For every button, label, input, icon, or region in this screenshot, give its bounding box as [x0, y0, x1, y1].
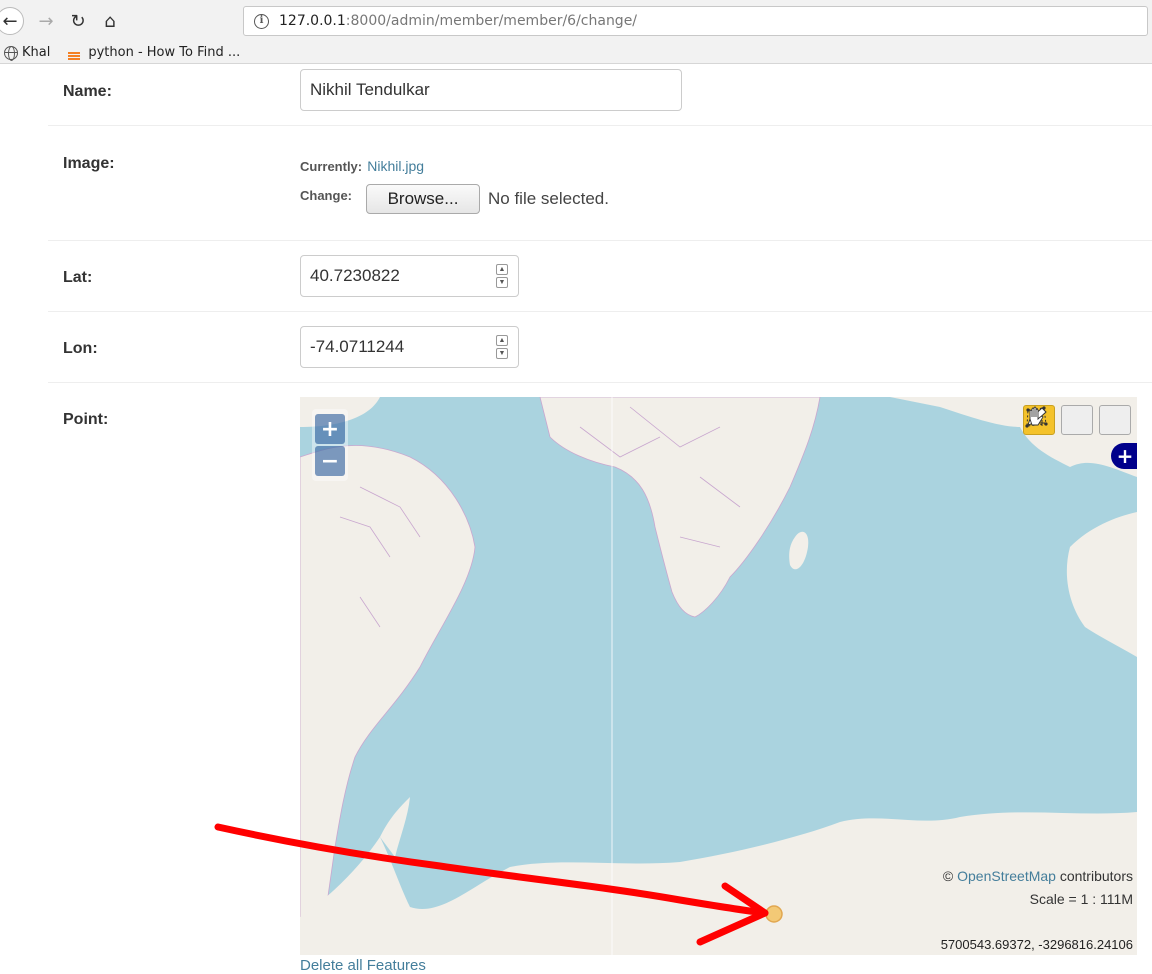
- africa-landmass: [539, 397, 821, 618]
- stackoverflow-icon: [68, 46, 82, 60]
- name-label: Name:: [63, 83, 112, 100]
- currently-label: Currently:: [300, 159, 363, 174]
- reload-icon[interactable]: ↻: [64, 7, 92, 35]
- map-attribution: © OpenStreetMap contributors: [943, 868, 1133, 884]
- url-path: :8000/admin/member/member/6/change/: [345, 13, 638, 29]
- openstreetmap-link[interactable]: OpenStreetMap: [957, 868, 1056, 884]
- map-scale: Scale = 1 : 111M: [1029, 891, 1133, 907]
- home-icon[interactable]: ⌂: [96, 7, 124, 35]
- bookmark-label: Khal: [22, 45, 51, 60]
- zoom-out-button[interactable]: −: [315, 446, 345, 476]
- lat-value: 40.7230822: [310, 266, 400, 285]
- bookmark-python[interactable]: python - How To Find ...: [68, 45, 240, 60]
- back-arrow-icon[interactable]: ←: [0, 7, 24, 35]
- lat-label: Lat:: [63, 269, 93, 286]
- form-row-lat: Lat: 40.7230822 ▲ ▼: [48, 241, 1152, 312]
- attribution-suffix: contributors: [1055, 868, 1133, 884]
- australia-landmass: [1066, 512, 1137, 657]
- edit-toolbar: [1023, 405, 1131, 435]
- map-widget[interactable]: + − + © OpenStreetMap contributors Scale…: [300, 397, 1137, 955]
- form-row-lon: Lon: -74.0711244 ▲ ▼: [48, 312, 1152, 383]
- info-icon[interactable]: i: [254, 13, 269, 29]
- lon-spinner[interactable]: ▲ ▼: [496, 335, 508, 359]
- bookmarks-bar: Khal python - How To Find ...: [0, 42, 1152, 64]
- zoom-controls: + −: [312, 409, 348, 481]
- bookmark-label: python - How To Find ...: [88, 45, 241, 60]
- lat-input[interactable]: 40.7230822 ▲ ▼: [300, 255, 519, 297]
- modify-feature-tool[interactable]: [1027, 405, 1093, 435]
- point-feature-marker[interactable]: [765, 905, 783, 923]
- form-row-image: Image: Currently: Nikhil.jpg Change: Bro…: [48, 126, 1152, 241]
- browse-button[interactable]: Browse...: [366, 184, 480, 214]
- hand-icon: [1029, 406, 1044, 426]
- forward-arrow-icon[interactable]: →: [32, 7, 60, 35]
- form-row-name: Name: Nikhil Tendulkar: [48, 64, 1152, 126]
- lon-label: Lon:: [63, 340, 98, 357]
- mouse-position: 5700543.69372, -3296816.24106: [940, 937, 1133, 952]
- url-bar[interactable]: i 127.0.0.1:8000/admin/member/member/6/c…: [243, 6, 1148, 36]
- bookmark-khal[interactable]: Khal: [4, 45, 51, 61]
- point-label: Point:: [63, 411, 109, 428]
- lat-spinner[interactable]: ▲ ▼: [496, 264, 508, 288]
- spin-down-icon[interactable]: ▼: [496, 277, 508, 288]
- copyright-symbol: ©: [942, 868, 954, 884]
- pan-tool[interactable]: [1029, 405, 1131, 435]
- url-host: 127.0.0.1: [279, 13, 346, 29]
- layer-switcher-button[interactable]: +: [1111, 443, 1137, 469]
- name-input[interactable]: Nikhil Tendulkar: [300, 69, 682, 111]
- globe-icon: [4, 45, 18, 61]
- image-label: Image:: [63, 155, 115, 172]
- spin-up-icon[interactable]: ▲: [496, 264, 508, 275]
- browser-toolbar: ← → ↻ ⌂ i 127.0.0.1:8000/admin/member/me…: [0, 0, 1152, 42]
- zoom-in-button[interactable]: +: [315, 414, 345, 444]
- current-image: Currently: Nikhil.jpg: [300, 156, 424, 175]
- madagascar-landmass: [789, 531, 809, 570]
- no-file-text: No file selected.: [488, 189, 609, 208]
- spin-up-icon[interactable]: ▲: [496, 335, 508, 346]
- lon-value: -74.0711244: [310, 337, 405, 356]
- current-file-link[interactable]: Nikhil.jpg: [367, 158, 424, 174]
- change-label: Change:: [300, 188, 352, 203]
- lon-input[interactable]: -74.0711244 ▲ ▼: [300, 326, 519, 368]
- spin-down-icon[interactable]: ▼: [496, 348, 508, 359]
